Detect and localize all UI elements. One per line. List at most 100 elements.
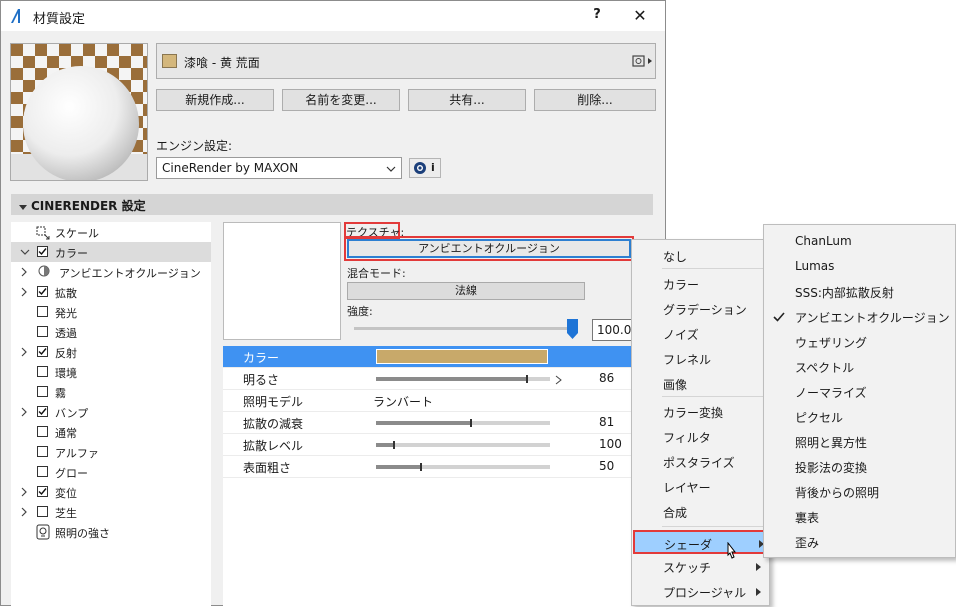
chevron-right-icon[interactable] (20, 407, 28, 417)
engine-info-button[interactable]: i (409, 158, 441, 178)
texture-button[interactable]: アンビエントオクルージョン (344, 236, 634, 261)
submenu-item-label: 裏表 (795, 511, 820, 525)
submenu-item[interactable]: スペクトル (764, 355, 955, 379)
menu-item[interactable]: ノイズ (632, 322, 769, 346)
submenu-item[interactable]: ノーマライズ (764, 380, 955, 404)
channel-item[interactable]: 透過 (11, 322, 211, 342)
chevron-right-icon[interactable] (20, 487, 28, 497)
channel-checkbox[interactable] (37, 306, 48, 317)
submenu-item[interactable]: ウェザリング (764, 330, 955, 354)
menu-item[interactable]: スケッチ (632, 555, 769, 579)
menu-item[interactable]: なし (632, 244, 769, 268)
strength-slider-track[interactable] (354, 327, 570, 330)
menu-item[interactable]: カラー (632, 272, 769, 296)
submenu-item[interactable]: 照明と異方性 (764, 430, 955, 454)
color-swatch[interactable] (376, 349, 548, 364)
submenu-item[interactable]: ピクセル (764, 405, 955, 429)
channel-item[interactable]: アルファ (11, 442, 211, 462)
channel-item[interactable]: 照明の強さ (11, 522, 211, 542)
menu-item[interactable]: 合成 (632, 500, 769, 524)
menu-item[interactable]: ポスタライズ (632, 450, 769, 474)
chevron-down-icon[interactable] (20, 247, 30, 257)
property-row[interactable]: カラー (223, 346, 633, 368)
menu-item[interactable]: フレネル (632, 347, 769, 371)
property-row[interactable]: 照明モデル ランバート (223, 390, 633, 412)
engine-select[interactable]: CineRender by MAXON (156, 157, 402, 179)
material-selector[interactable]: 漆喰 - 黄 荒面 (156, 43, 656, 79)
menu-item[interactable]: レイヤー (632, 475, 769, 499)
channel-checkbox[interactable] (37, 366, 48, 377)
channel-checkbox[interactable] (37, 406, 48, 417)
slider-fill (376, 377, 526, 381)
menu-item-label: フィルタ (663, 431, 711, 445)
chevron-down-icon (385, 163, 397, 173)
property-slider[interactable] (376, 375, 550, 383)
property-name: 明るさ (243, 373, 280, 387)
cinerender-section-header[interactable]: CINERENDER 設定 (11, 194, 653, 215)
property-row[interactable]: 拡散の減衰 81 (223, 412, 633, 434)
new-material-button[interactable]: 新規作成... (156, 89, 274, 111)
channel-item[interactable]: 通常 (11, 422, 211, 442)
property-slider[interactable] (376, 463, 550, 471)
menu-item[interactable]: プロシージャル (632, 580, 769, 604)
menu-item[interactable]: フィルタ (632, 425, 769, 449)
chevron-right-icon[interactable] (20, 507, 28, 517)
strength-slider-thumb[interactable] (567, 319, 578, 339)
material-catalog-icon[interactable] (632, 53, 654, 69)
close-button[interactable]: ✕ (625, 4, 655, 28)
channel-item[interactable]: グロー (11, 462, 211, 482)
channel-item[interactable]: スケール (11, 222, 211, 242)
submenu-item[interactable]: アンビエントオクルージョン (764, 305, 955, 329)
channel-checkbox[interactable] (37, 286, 48, 297)
property-row[interactable]: 拡散レベル 100 (223, 434, 633, 456)
material-preview (10, 43, 148, 181)
help-button[interactable]: ? (585, 7, 609, 27)
menu-item[interactable]: 画像 (632, 372, 769, 396)
channel-checkbox[interactable] (37, 486, 48, 497)
channel-item[interactable]: バンプ (11, 402, 211, 422)
channel-label: アンビエントオクルージョン (59, 267, 201, 280)
channel-item[interactable]: 芝生 (11, 502, 211, 522)
menu-item[interactable]: グラデーション (632, 297, 769, 321)
submenu-item-label: 歪み (795, 536, 820, 550)
menu-item[interactable]: カラー変換 (632, 400, 769, 424)
blend-mode-button[interactable]: 法線 (347, 282, 585, 300)
submenu-item[interactable]: 投影法の変換 (764, 455, 955, 479)
channel-checkbox[interactable] (37, 466, 48, 477)
channel-item[interactable]: 変位 (11, 482, 211, 502)
chevron-right-icon[interactable] (20, 267, 28, 277)
strength-label: 強度: (347, 305, 373, 318)
submenu-item[interactable]: 裏表 (764, 505, 955, 529)
submenu-item[interactable]: Lumas (764, 255, 955, 279)
channel-item[interactable]: 拡散 (11, 282, 211, 302)
channel-checkbox[interactable] (37, 246, 48, 257)
channel-item[interactable]: カラー (11, 242, 211, 262)
channel-label: グロー (55, 467, 88, 480)
chevron-right-icon[interactable] (20, 287, 28, 297)
submenu-item[interactable]: SSS:内部拡散反射 (764, 280, 955, 304)
delete-button[interactable]: 削除... (534, 89, 656, 111)
channel-item[interactable]: アンビエントオクルージョン (11, 262, 211, 282)
channel-checkbox[interactable] (37, 386, 48, 397)
channel-item[interactable]: 反射 (11, 342, 211, 362)
rename-button[interactable]: 名前を変更... (282, 89, 400, 111)
submenu-item[interactable]: 歪み (764, 530, 955, 554)
channel-checkbox[interactable] (37, 346, 48, 357)
channel-item[interactable]: 発光 (11, 302, 211, 322)
slider-diamond-icon[interactable] (554, 374, 564, 385)
channel-checkbox[interactable] (37, 426, 48, 437)
property-slider[interactable] (376, 419, 550, 427)
submenu-item[interactable]: 背後からの照明 (764, 480, 955, 504)
chevron-right-icon[interactable] (20, 347, 28, 357)
channel-checkbox[interactable] (37, 506, 48, 517)
channel-item[interactable]: 環境 (11, 362, 211, 382)
submenu-item[interactable]: ChanLum (764, 230, 955, 254)
property-row[interactable]: 表面粗さ 50 (223, 456, 633, 478)
property-row[interactable]: 明るさ 86 (223, 368, 633, 390)
channel-checkbox[interactable] (37, 446, 48, 457)
property-slider[interactable] (376, 441, 550, 449)
channel-checkbox[interactable] (37, 326, 48, 337)
channel-item[interactable]: 霧 (11, 382, 211, 402)
share-button[interactable]: 共有... (408, 89, 526, 111)
menu-item[interactable]: シェーダ (633, 530, 768, 554)
